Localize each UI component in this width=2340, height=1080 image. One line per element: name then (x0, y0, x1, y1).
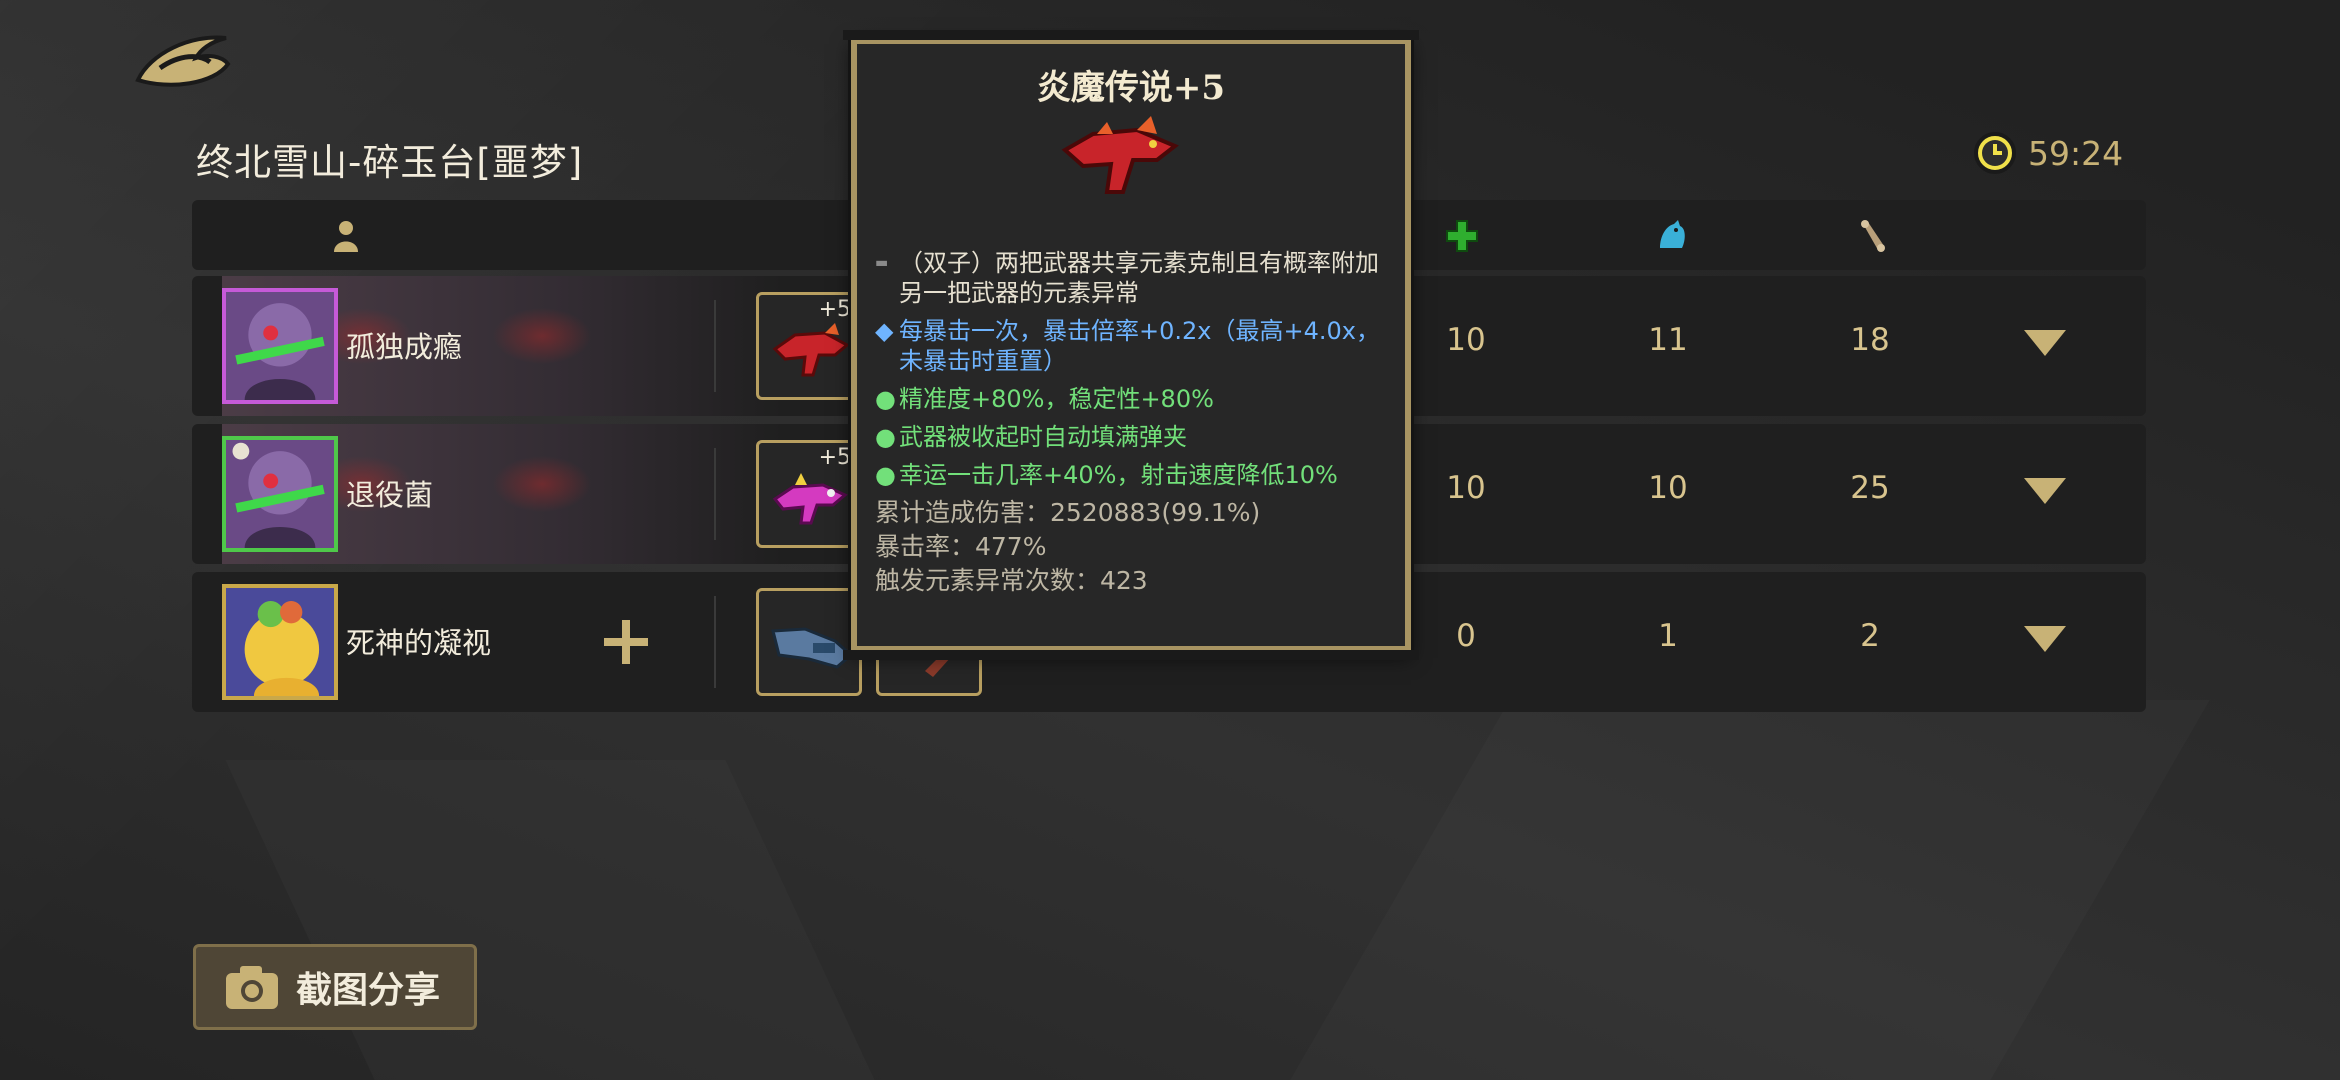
add-friend-plus-icon[interactable] (598, 614, 654, 670)
expand-row-chevron-icon[interactable] (2022, 328, 2068, 358)
player-icon (334, 221, 358, 252)
tooltip-line-text: （双子）两把武器共享元素克制且有概率附加另一把武器的元素异常 (899, 249, 1379, 307)
stat-heal: 10 (1446, 470, 1486, 506)
divider (714, 596, 716, 688)
character-portrait-icon (226, 588, 334, 696)
player-name: 死神的凝视 (346, 626, 492, 660)
bullet-icon: ◆ (875, 317, 894, 345)
tooltip-line: ◆ 每暴击一次，暴击倍率+0.2x（最高+4.0x，未暴击时重置） (875, 316, 1399, 376)
expand-row-chevron-icon[interactable] (2022, 624, 2068, 654)
avatar[interactable] (222, 584, 338, 700)
stat-pet: 10 (1648, 470, 1688, 506)
gauntlet-weapon-icon (771, 627, 854, 669)
stage-title: 终北雪山-碎玉台[噩梦] (196, 141, 584, 184)
stat-scroll: 2 (1860, 618, 1880, 654)
scroll-icon (1861, 220, 1885, 252)
back-button[interactable] (130, 24, 234, 94)
tooltip-line: ● 精准度+80%，稳定性+80% (875, 384, 1399, 414)
divider (714, 300, 716, 392)
stat-heal: 10 (1446, 322, 1486, 358)
tooltip-description: ▬ （双子）两把武器共享元素克制且有概率附加另一把武器的元素异常 ◆ 每暴击一次… (875, 248, 1399, 600)
weapon-slot[interactable]: +5 (756, 440, 862, 548)
pink-creature-gun-icon (772, 473, 848, 525)
character-portrait-icon (226, 440, 334, 548)
camera-icon (226, 966, 278, 1009)
avatar[interactable] (222, 436, 338, 552)
stat-scroll: 25 (1850, 470, 1890, 506)
share-button-label: 截图分享 (296, 970, 441, 1011)
weapon-slot[interactable]: +5 (756, 292, 862, 400)
tooltip-line: ▬ （双子）两把武器共享元素克制且有概率附加另一把武器的元素异常 (875, 248, 1399, 308)
heal-cross-icon (1446, 220, 1478, 252)
tooltip-line-text: 精准度+80%，稳定性+80% (899, 385, 1214, 413)
bullet-icon: ● (875, 385, 896, 413)
fire-dragon-gun-icon (772, 323, 850, 377)
weapon-tooltip: 炎魔传说+5 ▬ （双子）两把武器共享元素克制且有概率附加另一把武器的元素异常 … (843, 30, 1419, 660)
tooltip-stat-elemental-procs: 触发元素异常次数：423 (875, 566, 1148, 595)
avatar[interactable] (222, 288, 338, 404)
character-portrait-icon (226, 292, 334, 400)
bullet-icon: ▬ (875, 255, 889, 271)
stat-pet: 11 (1648, 322, 1688, 358)
timer-value: 59:24 (2028, 133, 2124, 173)
tooltip-line-text: 幸运一击几率+40%，射击速度降低10% (899, 461, 1338, 489)
stat-scroll: 18 (1850, 322, 1890, 358)
stat-heal: 0 (1456, 618, 1476, 654)
bullet-icon: ● (875, 423, 896, 451)
weapon-slot[interactable] (756, 588, 862, 696)
clock-icon (1974, 132, 2016, 174)
stat-pet: 1 (1658, 618, 1678, 654)
tooltip-line-text: 每暴击一次，暴击倍率+0.2x（最高+4.0x，未暴击时重置） (899, 317, 1380, 375)
back-arrow-icon (135, 35, 231, 87)
tooltip-stat-damage: 累计造成伤害：2520883(99.1%) (875, 498, 1261, 527)
tooltip-line: ● 幸运一击几率+40%，射击速度降低10% (875, 460, 1399, 490)
divider (714, 448, 716, 540)
tooltip-stat-crit-rate: 暴击率：477% (875, 532, 1047, 561)
fire-dragon-gun-icon (1061, 116, 1179, 194)
tooltip-title: 炎魔传说+5 (1036, 68, 1226, 108)
timer: 59:24 (1972, 130, 2123, 176)
tooltip-line: ● 武器被收起时自动填满弹夹 (875, 422, 1399, 452)
pet-icon (1660, 220, 1685, 248)
bullet-icon: ● (875, 461, 896, 489)
player-name: 孤独成瘾 (346, 330, 463, 364)
tooltip-line-text: 武器被收起时自动填满弹夹 (899, 423, 1187, 451)
expand-row-chevron-icon[interactable] (2022, 476, 2068, 506)
screenshot-share-button[interactable]: 截图分享 (193, 944, 477, 1030)
player-name: 退役菌 (346, 478, 434, 512)
